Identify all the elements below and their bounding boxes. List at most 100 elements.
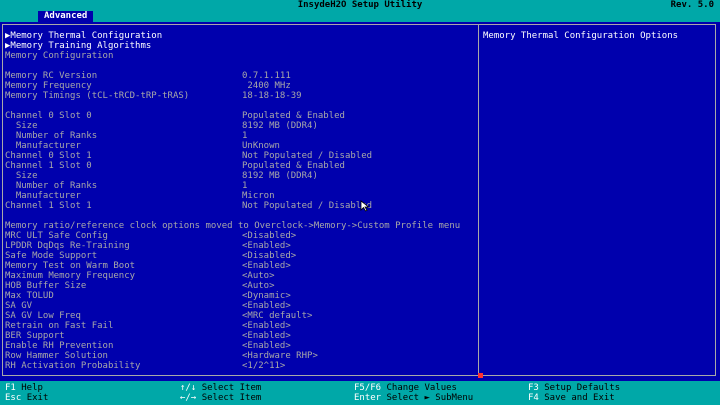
slot-row: Manufacturer UnKnown (5, 141, 475, 151)
row-value[interactable]: <1/2^11> (242, 361, 285, 371)
row-value[interactable]: <Disabled> (242, 231, 296, 241)
setting-row[interactable]: Enable RH Prevention <Enabled> (5, 341, 475, 351)
row-label: Number of Ranks (5, 181, 98, 191)
row-label: Size (5, 171, 38, 181)
row-value: UnKnown (242, 141, 280, 151)
setting-row[interactable]: RH Activation Probability <1/2^11> (5, 361, 475, 371)
row-label: Channel 0 Slot 0 (5, 111, 92, 121)
overclock-note: Memory ratio/reference clock options mov… (5, 221, 475, 231)
note-text: Memory ratio/reference clock options mov… (5, 221, 461, 231)
row-label: HOB Buffer Size (5, 281, 87, 291)
row-label: Channel 0 Slot 1 (5, 151, 92, 161)
scroll-indicator[interactable] (478, 373, 483, 378)
row-value: Not Populated / Disabled (242, 151, 373, 161)
row-value[interactable]: <Enabled> (242, 321, 291, 331)
row-value[interactable]: <Dynamic> (242, 291, 291, 301)
setting-row[interactable]: MRC ULT Safe Config <Disabled> (5, 231, 475, 241)
help-panel: Memory Thermal Configuration Options (483, 31, 713, 41)
row-label: Maximum Memory Frequency (5, 271, 136, 281)
setting-row[interactable]: SA GV Low Freq <MRC default> (5, 311, 475, 321)
row-value: Not Populated / Disabled (242, 201, 373, 211)
row-label: Memory Frequency (5, 81, 92, 91)
row-label: Row Hammer Solution (5, 351, 108, 361)
setting-row[interactable]: Memory Test on Warm Boot <Enabled> (5, 261, 475, 271)
slot-row: Channel 1 Slot 0 Populated & Enabled (5, 161, 475, 171)
row-value: Micron (242, 191, 275, 201)
app-title: InsydeH2O Setup Utility (297, 0, 423, 10)
row-label: Number of Ranks (5, 131, 98, 141)
row-value: 18-18-18-39 (242, 91, 302, 101)
cursor-arrow-icon (360, 200, 370, 212)
row-label: Max TOLUD (5, 291, 54, 301)
row-label: Memory Test on Warm Boot (5, 261, 136, 271)
setting-row[interactable]: Safe Mode Support <Disabled> (5, 251, 475, 261)
row-value[interactable]: <Enabled> (242, 241, 291, 251)
legend-change-values: F5/F6 Change Values (354, 383, 457, 393)
legend-save-exit: F4 Save and Exit (528, 393, 615, 403)
setting-row[interactable]: HOB Buffer Size <Auto> (5, 281, 475, 291)
row-value: 2400 MHz (242, 81, 291, 91)
slot-row: Manufacturer Micron (5, 191, 475, 201)
row-label: Manufacturer (5, 141, 81, 151)
legend-select-item-horizontal: ←/→ Select Item (180, 393, 262, 403)
revision-label: Rev. 5.0 (670, 0, 714, 10)
tab-advanced[interactable]: Advanced (38, 11, 94, 22)
row-label: Enable RH Prevention (5, 341, 114, 351)
row-label: Channel 1 Slot 0 (5, 161, 92, 171)
setting-row[interactable]: LPDDR DqDqs Re-Training <Enabled> (5, 241, 475, 251)
row-value: 1 (242, 181, 248, 191)
legend-select-item-vertical: ↑/↓ Select Item (180, 383, 262, 393)
row-label: Manufacturer (5, 191, 81, 201)
row-value[interactable]: <Enabled> (242, 331, 291, 341)
row-label: Retrain on Fast Fail (5, 321, 114, 331)
pane-divider (478, 24, 479, 376)
slot-row: Size 8192 MB (DDR4) (5, 171, 475, 181)
tab-bar: Advanced (0, 10, 720, 22)
row-value[interactable]: <Enabled> (242, 341, 291, 351)
slot-row: Number of Ranks 1 (5, 131, 475, 141)
setting-row[interactable]: Max TOLUD <Dynamic> (5, 291, 475, 301)
slot-row: Channel 0 Slot 0 Populated & Enabled (5, 111, 475, 121)
legend-setup-defaults: F3 Setup Defaults (528, 383, 621, 393)
setting-row[interactable]: BER Support <Enabled> (5, 331, 475, 341)
row-value[interactable]: <Disabled> (242, 251, 296, 261)
title-bar: InsydeH2O Setup Utility Rev. 5.0 (0, 0, 720, 10)
row-value[interactable]: <MRC default> (242, 311, 312, 321)
legend-exit: Esc Exit (5, 393, 49, 403)
row-value: 0.7.1.111 (242, 71, 291, 81)
setting-row[interactable]: Row Hammer Solution <Hardware RHP> (5, 351, 475, 361)
row-label: Memory Timings (tCL-tRCD-tRP-tRAS) (5, 91, 190, 101)
row-value: 1 (242, 131, 248, 141)
row-value: Populated & Enabled (242, 161, 345, 171)
row-value[interactable]: <Hardware RHP> (242, 351, 318, 361)
row-value[interactable]: <Enabled> (242, 261, 291, 271)
row-value[interactable]: <Auto> (242, 271, 275, 281)
row-label: SA GV (5, 301, 33, 311)
menu-item-memory-thermal[interactable]: ▶Memory Thermal Configuration (5, 31, 475, 41)
row-label: Memory RC Version (5, 71, 98, 81)
legend-select-submenu: Enter Select ► SubMenu (354, 393, 474, 403)
setting-row[interactable]: Retrain on Fast Fail <Enabled> (5, 321, 475, 331)
setting-row[interactable]: SA GV <Enabled> (5, 301, 475, 311)
settings-panel: ▶Memory Thermal Configuration ▶Memory Tr… (5, 31, 475, 371)
row-label: LPDDR DqDqs Re-Training (5, 241, 130, 251)
row-value[interactable]: <Enabled> (242, 301, 291, 311)
menu-item-label: Memory Training Algorithms (10, 41, 152, 51)
row-label: MRC ULT Safe Config (5, 231, 108, 241)
row-label: SA GV Low Freq (5, 311, 81, 321)
info-row: Memory Frequency 2400 MHz (5, 81, 475, 91)
row-value: Populated & Enabled (242, 111, 345, 121)
row-value: 8192 MB (DDR4) (242, 171, 318, 181)
menu-item-memory-training[interactable]: ▶Memory Training Algorithms (5, 41, 475, 51)
setting-row[interactable]: Maximum Memory Frequency <Auto> (5, 271, 475, 281)
section-title-label: Memory Configuration (5, 51, 114, 61)
row-value[interactable]: <Auto> (242, 281, 275, 291)
row-value: 8192 MB (DDR4) (242, 121, 318, 131)
slot-row: Number of Ranks 1 (5, 181, 475, 191)
section-title: Memory Configuration (5, 51, 475, 61)
menu-item-label: Memory Thermal Configuration (10, 31, 163, 41)
slot-row: Channel 1 Slot 1 Not Populated / Disabled (5, 201, 475, 211)
help-text: Memory Thermal Configuration Options (483, 31, 679, 41)
info-row: Memory RC Version 0.7.1.111 (5, 71, 475, 81)
info-row: Memory Timings (tCL-tRCD-tRP-tRAS) 18-18-… (5, 91, 475, 101)
